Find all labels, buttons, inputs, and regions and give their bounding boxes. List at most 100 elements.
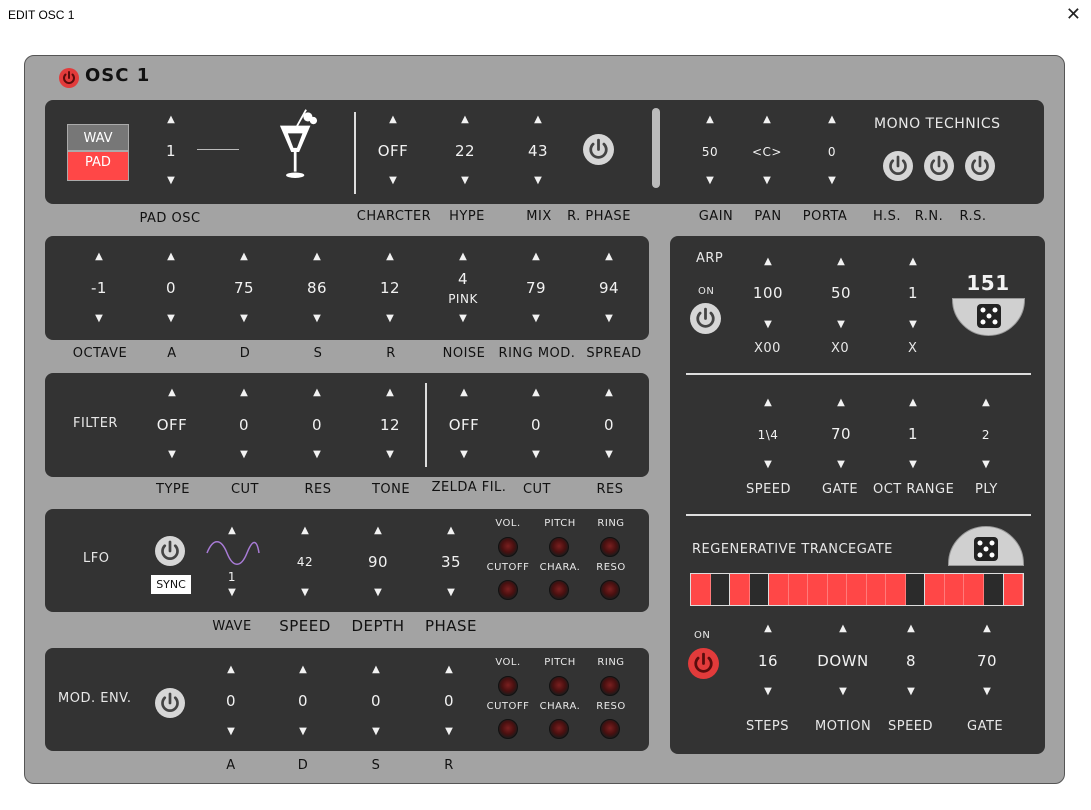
- arp-dice-button[interactable]: [952, 298, 1025, 336]
- menv-d-down-arrow[interactable]: ▼: [278, 727, 328, 737]
- hype-up-arrow[interactable]: ▲: [440, 115, 490, 125]
- trancegate-step[interactable]: [944, 574, 965, 605]
- phase-down-arrow[interactable]: ▼: [426, 588, 476, 598]
- ring-down-arrow[interactable]: ▼: [511, 314, 561, 324]
- trancegate-step[interactable]: [710, 574, 731, 605]
- menv-d-up-arrow[interactable]: ▲: [278, 665, 328, 675]
- d-up-arrow[interactable]: ▲: [219, 252, 269, 262]
- zcut-down-arrow[interactable]: ▼: [511, 450, 561, 460]
- lfo-ring-knob[interactable]: [600, 537, 620, 557]
- rn-power-button[interactable]: [924, 151, 954, 181]
- noise-up-arrow[interactable]: ▲: [438, 252, 488, 262]
- rphase-power-button[interactable]: [583, 134, 614, 165]
- res-up-arrow[interactable]: ▲: [292, 388, 342, 398]
- ring-up-arrow[interactable]: ▲: [511, 252, 561, 262]
- res-down-arrow[interactable]: ▼: [292, 450, 342, 460]
- wave-down-arrow[interactable]: ▼: [207, 588, 257, 598]
- trancegate-step[interactable]: [769, 574, 789, 605]
- arp-gate-up-arrow[interactable]: ▲: [816, 398, 866, 408]
- r-down-arrow[interactable]: ▼: [365, 314, 415, 324]
- s-up-arrow[interactable]: ▲: [292, 252, 342, 262]
- porta-down-arrow[interactable]: ▼: [807, 176, 857, 186]
- gain-down-arrow[interactable]: ▼: [685, 176, 735, 186]
- mix-down-arrow[interactable]: ▼: [513, 176, 563, 186]
- trance-gate-up-arrow[interactable]: ▲: [962, 624, 1012, 634]
- lfo-power-button[interactable]: [155, 536, 185, 566]
- arp-speed-down-arrow[interactable]: ▼: [743, 460, 793, 470]
- menv-vol-knob[interactable]: [498, 676, 518, 696]
- arp-power-button[interactable]: [690, 303, 721, 334]
- mod-env-power-button[interactable]: [155, 688, 185, 718]
- wav-button[interactable]: WAV: [67, 124, 129, 151]
- ply-up-arrow[interactable]: ▲: [961, 398, 1011, 408]
- depth-down-arrow[interactable]: ▼: [353, 588, 403, 598]
- menv-a-down-arrow[interactable]: ▼: [206, 727, 256, 737]
- octave-up-arrow[interactable]: ▲: [74, 252, 124, 262]
- trancegate-step[interactable]: [866, 574, 887, 605]
- charcter-down-arrow[interactable]: ▼: [368, 176, 418, 186]
- lfo-chara-knob[interactable]: [549, 580, 569, 600]
- lfo-vol-knob[interactable]: [498, 537, 518, 557]
- trancegate-step[interactable]: [925, 574, 945, 605]
- hs-power-button[interactable]: [883, 151, 913, 181]
- menv-s-up-arrow[interactable]: ▲: [351, 665, 401, 675]
- x0-down-arrow[interactable]: ▼: [816, 320, 866, 330]
- porta-up-arrow[interactable]: ▲: [807, 115, 857, 125]
- spread-up-arrow[interactable]: ▲: [584, 252, 634, 262]
- oct-down-arrow[interactable]: ▼: [888, 460, 938, 470]
- menv-pitch-knob[interactable]: [549, 676, 569, 696]
- trancegate-step[interactable]: [1003, 574, 1024, 605]
- trance-speed-up-arrow[interactable]: ▲: [886, 624, 936, 634]
- cut-up-arrow[interactable]: ▲: [219, 388, 269, 398]
- trancegate-step[interactable]: [788, 574, 809, 605]
- ply-down-arrow[interactable]: ▼: [961, 460, 1011, 470]
- a-up-arrow[interactable]: ▲: [146, 252, 196, 262]
- menv-reso-knob[interactable]: [600, 719, 620, 739]
- mix-up-arrow[interactable]: ▲: [513, 115, 563, 125]
- pad-button[interactable]: PAD: [67, 151, 129, 181]
- type-down-arrow[interactable]: ▼: [147, 450, 197, 460]
- x00-down-arrow[interactable]: ▼: [743, 320, 793, 330]
- pad-up-arrow[interactable]: ▲: [146, 115, 196, 125]
- zres-up-arrow[interactable]: ▲: [584, 388, 634, 398]
- menv-r-up-arrow[interactable]: ▲: [424, 665, 474, 675]
- menv-ring-knob[interactable]: [600, 676, 620, 696]
- type-up-arrow[interactable]: ▲: [147, 388, 197, 398]
- trance-speed-down-arrow[interactable]: ▼: [886, 687, 936, 697]
- x00-up-arrow[interactable]: ▲: [743, 257, 793, 267]
- trancegate-step[interactable]: [905, 574, 926, 605]
- pan-down-arrow[interactable]: ▼: [742, 176, 792, 186]
- pan-up-arrow[interactable]: ▲: [742, 115, 792, 125]
- menv-chara-knob[interactable]: [549, 719, 569, 739]
- lfo-reso-knob[interactable]: [600, 580, 620, 600]
- lfo-pitch-knob[interactable]: [549, 537, 569, 557]
- trance-gate-down-arrow[interactable]: ▼: [962, 687, 1012, 697]
- steps-down-arrow[interactable]: ▼: [743, 687, 793, 697]
- trancegate-step[interactable]: [886, 574, 906, 605]
- x-up-arrow[interactable]: ▲: [888, 257, 938, 267]
- r-up-arrow[interactable]: ▲: [365, 252, 415, 262]
- lfo-cutoff-knob[interactable]: [498, 580, 518, 600]
- trancegate-step[interactable]: [847, 574, 867, 605]
- speed-down-arrow[interactable]: ▼: [280, 588, 330, 598]
- trance-power-button[interactable]: [688, 648, 719, 679]
- zelda-down-arrow[interactable]: ▼: [439, 450, 489, 460]
- x-down-arrow[interactable]: ▼: [888, 320, 938, 330]
- zelda-up-arrow[interactable]: ▲: [439, 388, 489, 398]
- trancegate-step[interactable]: [749, 574, 770, 605]
- gain-up-arrow[interactable]: ▲: [685, 115, 735, 125]
- octave-down-arrow[interactable]: ▼: [74, 314, 124, 324]
- trancegate-step[interactable]: [691, 574, 711, 605]
- trance-dice-button[interactable]: [948, 526, 1024, 566]
- trancegate-step[interactable]: [983, 574, 1004, 605]
- rs-power-button[interactable]: [965, 151, 995, 181]
- steps-up-arrow[interactable]: ▲: [743, 624, 793, 634]
- speed-up-arrow[interactable]: ▲: [280, 526, 330, 536]
- menv-a-up-arrow[interactable]: ▲: [206, 665, 256, 675]
- wave-up-arrow[interactable]: ▲: [207, 526, 257, 536]
- arp-gate-down-arrow[interactable]: ▼: [816, 460, 866, 470]
- close-icon[interactable]: ✕: [1066, 4, 1081, 25]
- zres-down-arrow[interactable]: ▼: [584, 450, 634, 460]
- zcut-up-arrow[interactable]: ▲: [511, 388, 561, 398]
- tone-down-arrow[interactable]: ▼: [365, 450, 415, 460]
